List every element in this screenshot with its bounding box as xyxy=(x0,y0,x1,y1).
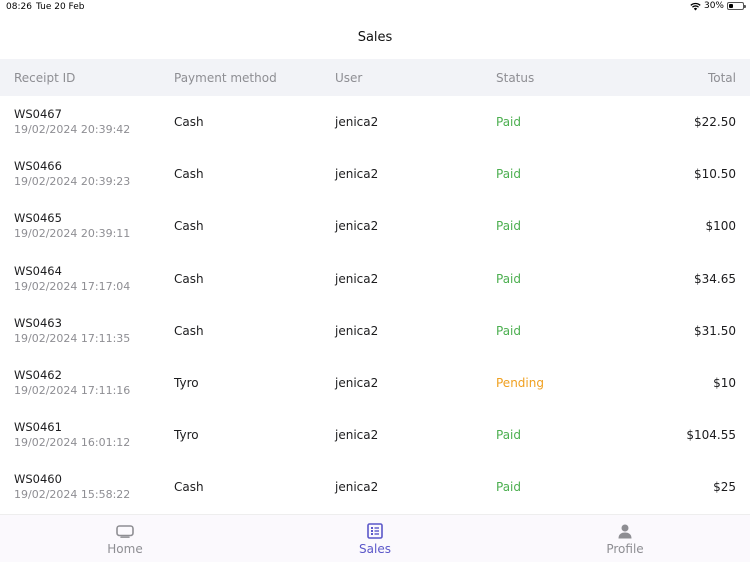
payment-method: Cash xyxy=(174,271,204,286)
header-total[interactable]: Total xyxy=(708,59,736,96)
receipt-id: WS0467 xyxy=(14,107,62,122)
tab-profile[interactable]: Profile xyxy=(500,515,750,562)
receipt-date: 19/02/2024 16:01:12 xyxy=(14,436,131,450)
tab-profile-label: Profile xyxy=(606,542,644,556)
payment-method: Cash xyxy=(174,115,204,130)
status-label: Paid xyxy=(496,167,522,182)
total-amount: $34.65 xyxy=(694,271,736,286)
receipt-cell: WS0466 19/02/2024 20:39:23 xyxy=(14,148,130,200)
status-label: Paid xyxy=(496,480,522,495)
receipt-date: 19/02/2024 17:11:16 xyxy=(14,384,131,398)
payment-method: Cash xyxy=(174,167,204,182)
receipt-cell: WS0461 19/02/2024 16:01:12 xyxy=(14,409,130,461)
receipt-id: WS0462 xyxy=(14,368,62,383)
receipt-cell: WS0460 19/02/2024 15:58:22 xyxy=(14,461,130,513)
tab-home-label: Home xyxy=(107,542,143,556)
receipt-date: 19/02/2024 17:11:35 xyxy=(14,331,131,345)
receipt-cell: WS0462 19/02/2024 17:11:16 xyxy=(14,357,130,409)
table-row[interactable]: WS0463 19/02/2024 17:11:35 Cash jenica2 Paid… xyxy=(0,305,750,357)
header-status[interactable]: Status xyxy=(496,59,534,96)
receipt-cell: WS0467 19/02/2024 20:39:42 xyxy=(14,96,130,148)
tv-icon xyxy=(115,522,135,540)
header-user[interactable]: User xyxy=(335,59,362,96)
receipt-id: WS0461 xyxy=(14,420,62,435)
payment-method: Cash xyxy=(174,219,204,234)
payment-method: Cash xyxy=(174,480,204,495)
table-header: Receipt ID Payment method User Status To… xyxy=(0,59,750,96)
person-icon xyxy=(615,522,635,540)
receipt-id: WS0465 xyxy=(14,211,62,226)
total-amount: $10.50 xyxy=(694,167,736,182)
receipt-date: 19/02/2024 20:39:11 xyxy=(14,227,131,241)
receipt-date: 19/02/2024 15:58:22 xyxy=(14,488,131,502)
receipt-list-icon xyxy=(365,522,385,540)
table-row[interactable]: WS0462 19/02/2024 17:11:16 Tyro jenica2 Pend… xyxy=(0,357,750,409)
receipt-cell: WS0463 19/02/2024 17:11:35 xyxy=(14,305,130,357)
payment-method: Tyro xyxy=(174,428,199,443)
total-amount: $22.50 xyxy=(694,115,736,130)
receipt-id: WS0460 xyxy=(14,472,62,487)
user-name: jenica2 xyxy=(335,428,379,443)
table-row[interactable]: WS0464 19/02/2024 17:17:04 Cash jenica2 Paid… xyxy=(0,253,750,305)
status-bar: 08:26 Tue 20 Feb 30% xyxy=(0,0,750,16)
user-name: jenica2 xyxy=(335,376,379,391)
battery-percent: 30% xyxy=(703,1,724,11)
user-name: jenica2 xyxy=(335,167,379,182)
status-indicators: 30% xyxy=(690,1,746,11)
total-amount: $100 xyxy=(705,219,736,234)
status-date: Tue 20 Feb xyxy=(36,2,85,12)
table-row[interactable]: WS0460 19/02/2024 15:58:22 Cash jenica2 Paid… xyxy=(0,461,750,513)
status-label: Paid xyxy=(496,323,522,338)
nav-bar: Sales xyxy=(0,16,750,59)
tab-home[interactable]: Home xyxy=(0,515,250,562)
battery-fill xyxy=(729,4,733,8)
header-payment-method[interactable]: Payment method xyxy=(174,59,277,96)
user-name: jenica2 xyxy=(335,271,379,286)
receipt-id: WS0466 xyxy=(14,159,62,174)
table-row[interactable]: WS0465 19/02/2024 20:39:11 Cash jenica2 Paid… xyxy=(0,200,750,252)
payment-method: Tyro xyxy=(174,376,199,391)
receipt-id: WS0463 xyxy=(14,315,62,330)
receipt-date: 19/02/2024 20:39:23 xyxy=(14,175,131,189)
wifi-icon xyxy=(690,2,701,11)
header-receipt-id[interactable]: Receipt ID xyxy=(14,59,75,96)
total-amount: $104.55 xyxy=(686,428,736,443)
tab-sales-label: Sales xyxy=(359,542,391,556)
tab-sales[interactable]: Sales xyxy=(250,515,500,562)
user-name: jenica2 xyxy=(335,219,379,234)
receipt-id: WS0464 xyxy=(14,263,62,278)
table-row[interactable]: WS0467 19/02/2024 20:39:42 Cash jenica2 Paid… xyxy=(0,96,750,148)
status-label: Pending xyxy=(496,376,544,391)
payment-method: Cash xyxy=(174,323,204,338)
status-label: Paid xyxy=(496,271,522,286)
status-time: 08:26 xyxy=(6,2,32,12)
table-row[interactable]: WS0466 19/02/2024 20:39:23 Cash jenica2 Paid… xyxy=(0,148,750,200)
user-name: jenica2 xyxy=(335,115,379,130)
receipt-date: 19/02/2024 17:17:04 xyxy=(14,279,131,293)
table-row[interactable]: WS0461 19/02/2024 16:01:12 Tyro jenica2 Paid… xyxy=(0,409,750,461)
total-amount: $25 xyxy=(713,480,736,495)
battery-icon xyxy=(727,2,746,10)
sales-list: WS0467 19/02/2024 20:39:42 Cash jenica2 Paid… xyxy=(0,96,750,514)
page-title: Sales xyxy=(357,30,393,45)
status-label: Paid xyxy=(496,219,522,234)
receipt-cell: WS0465 19/02/2024 20:39:11 xyxy=(14,200,130,252)
status-label: Paid xyxy=(496,115,522,130)
total-amount: $10 xyxy=(713,376,736,391)
total-amount: $31.50 xyxy=(694,323,736,338)
user-name: jenica2 xyxy=(335,480,379,495)
sales-screen: 08:26 Tue 20 Feb 30% Sales Receipt ID Pa… xyxy=(0,0,750,562)
user-name: jenica2 xyxy=(335,323,379,338)
status-label: Paid xyxy=(496,428,522,443)
tab-bar: Home Sales Profile xyxy=(0,514,750,562)
receipt-date: 19/02/2024 20:39:42 xyxy=(14,123,131,137)
receipt-cell: WS0464 19/02/2024 17:17:04 xyxy=(14,253,130,305)
